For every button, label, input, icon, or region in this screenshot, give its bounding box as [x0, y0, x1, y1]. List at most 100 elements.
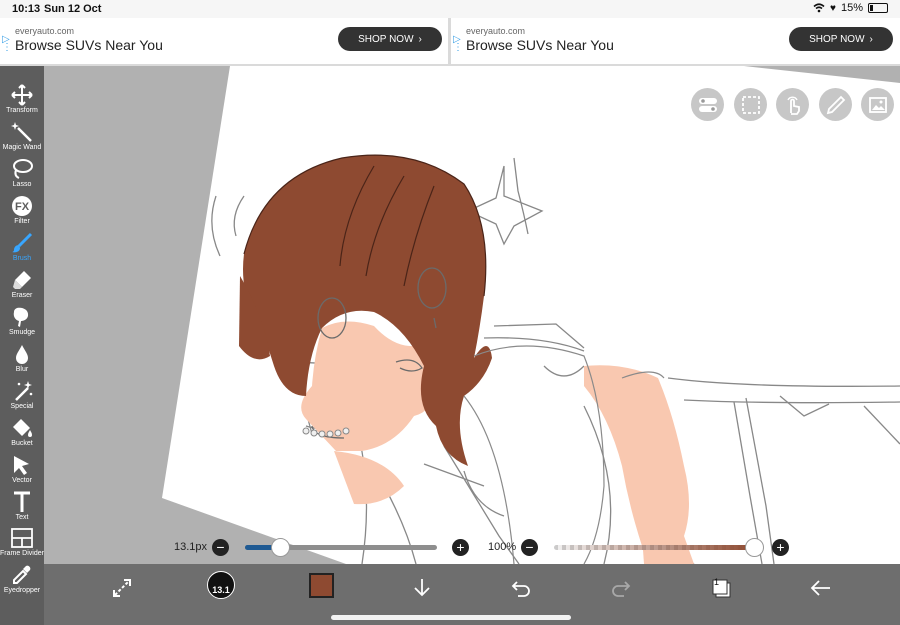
- opacity-value: 100%: [488, 541, 517, 553]
- bucket-icon: [13, 419, 32, 437]
- tool-label: Blur: [15, 366, 29, 373]
- svg-text:FX: FX: [15, 201, 30, 213]
- vector-arrow-icon: [14, 456, 29, 475]
- tool-vector[interactable]: Vector: [0, 454, 44, 490]
- brush-size-thumb[interactable]: [270, 538, 290, 557]
- color-swatch[interactable]: [309, 573, 334, 598]
- opacity-fill: [554, 545, 754, 550]
- move-icon: [11, 84, 33, 106]
- download-button[interactable]: [407, 573, 437, 603]
- battery-percent: 15%: [840, 2, 863, 14]
- tool-brush[interactable]: Brush: [0, 232, 44, 268]
- frame-divider-icon: [11, 528, 33, 548]
- undo-button[interactable]: [506, 573, 536, 603]
- blur-drop-icon: [16, 345, 28, 364]
- tool-bucket[interactable]: Bucket: [0, 417, 44, 453]
- tool-filter[interactable]: FX Filter: [0, 195, 44, 231]
- touch-button[interactable]: [776, 88, 809, 121]
- brush-icon: [12, 232, 33, 253]
- status-date: Sun 12 Oct: [44, 3, 102, 15]
- artwork-canvas[interactable]: [44, 66, 900, 564]
- layers-count: 1: [714, 577, 720, 587]
- text-icon: [14, 491, 30, 512]
- tool-label: Special: [10, 403, 34, 410]
- tool-blur[interactable]: Blur: [0, 343, 44, 379]
- ad-choices-icon[interactable]: ▷ ⋮: [2, 35, 12, 53]
- tool-sidebar: Transform Magic Wand Lasso FX Filter Bru…: [0, 66, 44, 625]
- redo-button[interactable]: [606, 573, 636, 603]
- canvas-workspace[interactable]: 13.1px − + 100% − +: [44, 66, 900, 564]
- back-button[interactable]: [806, 573, 836, 603]
- tool-magic-wand[interactable]: Magic Wand: [0, 121, 44, 157]
- ad-choices-icon[interactable]: ▷ ⋮: [453, 35, 463, 53]
- layer-settings-button[interactable]: [691, 88, 724, 121]
- ruler-button[interactable]: [819, 88, 852, 121]
- ad-domain: everyauto.com: [15, 26, 75, 36]
- home-indicator[interactable]: [331, 615, 571, 620]
- tool-eraser[interactable]: Eraser: [0, 269, 44, 305]
- status-time: 10:13: [12, 3, 41, 15]
- tool-label: Eraser: [11, 292, 33, 299]
- tool-text[interactable]: Text: [0, 491, 44, 527]
- minus-icon: −: [216, 539, 225, 555]
- ad-banner-area: ▷ ⋮ everyauto.com Browse SUVs Near You SH…: [0, 18, 900, 66]
- tool-frame-divider[interactable]: Frame Divider: [0, 527, 44, 563]
- redo-icon: [612, 581, 631, 597]
- shop-now-button[interactable]: SHOP NOW ›: [338, 27, 442, 51]
- tool-label: Bucket: [11, 440, 33, 447]
- tool-label: Lasso: [12, 181, 32, 188]
- chevron-right-icon: ›: [418, 33, 422, 45]
- opacity-decrease-button[interactable]: −: [521, 539, 538, 556]
- ad-banner-left[interactable]: ▷ ⋮ everyauto.com Browse SUVs Near You SH…: [0, 18, 448, 64]
- brush-size-value: 13.1px: [174, 541, 208, 553]
- tool-lasso[interactable]: Lasso: [0, 158, 44, 194]
- back-icon: [810, 580, 830, 596]
- image-button[interactable]: [861, 88, 894, 121]
- layers-button[interactable]: 1: [706, 573, 736, 603]
- tool-label: Magic Wand: [2, 144, 42, 151]
- fx-icon: FX: [12, 196, 32, 216]
- tool-label: Filter: [14, 218, 30, 225]
- brush-size-preview[interactable]: 13.1: [207, 571, 235, 599]
- tool-label: Frame Divider: [0, 550, 44, 557]
- canvas-transform-button[interactable]: [107, 573, 137, 603]
- ad-title[interactable]: Browse SUVs Near You: [466, 37, 614, 53]
- ad-title[interactable]: Browse SUVs Near You: [15, 37, 163, 53]
- shop-now-label: SHOP NOW: [358, 33, 414, 45]
- brush-size-preview-text: 13.1: [212, 585, 230, 595]
- heart-icon: ♥: [830, 2, 836, 14]
- ad-domain: everyauto.com: [466, 26, 526, 36]
- tool-smudge[interactable]: Smudge: [0, 306, 44, 342]
- special-sparkle-icon: [15, 381, 33, 401]
- selection-button[interactable]: [734, 88, 767, 121]
- status-bar: 10:13 Sun 12 Oct ♥ 15%: [0, 0, 900, 18]
- brush-size-decrease-button[interactable]: −: [212, 539, 229, 556]
- layers-icon: [712, 579, 731, 598]
- opacity-thumb[interactable]: [745, 538, 764, 557]
- shop-now-button[interactable]: SHOP NOW ›: [789, 27, 893, 51]
- minus-icon: −: [525, 539, 534, 555]
- tool-special[interactable]: Special: [0, 380, 44, 416]
- chevron-right-icon: ›: [869, 33, 873, 45]
- plus-icon: +: [456, 539, 465, 555]
- tool-label: Smudge: [8, 329, 36, 336]
- eraser-icon: [13, 271, 31, 289]
- wifi-icon: [813, 3, 825, 13]
- status-right: ♥ 15%: [813, 2, 888, 14]
- shop-now-label: SHOP NOW: [809, 33, 865, 45]
- brush-size-increase-button[interactable]: +: [452, 539, 469, 556]
- tool-eyedropper[interactable]: Eyedropper: [0, 564, 44, 600]
- ruler-icon: [826, 95, 845, 114]
- eyedropper-icon: [13, 565, 31, 584]
- ad-banner-right[interactable]: ▷ ⋮ everyauto.com Browse SUVs Near You SH…: [451, 18, 900, 64]
- layer-settings-icon: [698, 97, 717, 112]
- bottom-toolbar: 13.1 1: [44, 564, 900, 625]
- tool-label: Brush: [12, 255, 32, 262]
- opacity-slider[interactable]: [554, 545, 754, 550]
- transform-icon: [113, 579, 131, 597]
- tool-label: Transform: [6, 107, 38, 114]
- tool-transform[interactable]: Transform: [0, 84, 44, 120]
- opacity-increase-button[interactable]: +: [772, 539, 789, 556]
- selection-icon: [741, 95, 760, 114]
- tool-label: Text: [15, 514, 29, 521]
